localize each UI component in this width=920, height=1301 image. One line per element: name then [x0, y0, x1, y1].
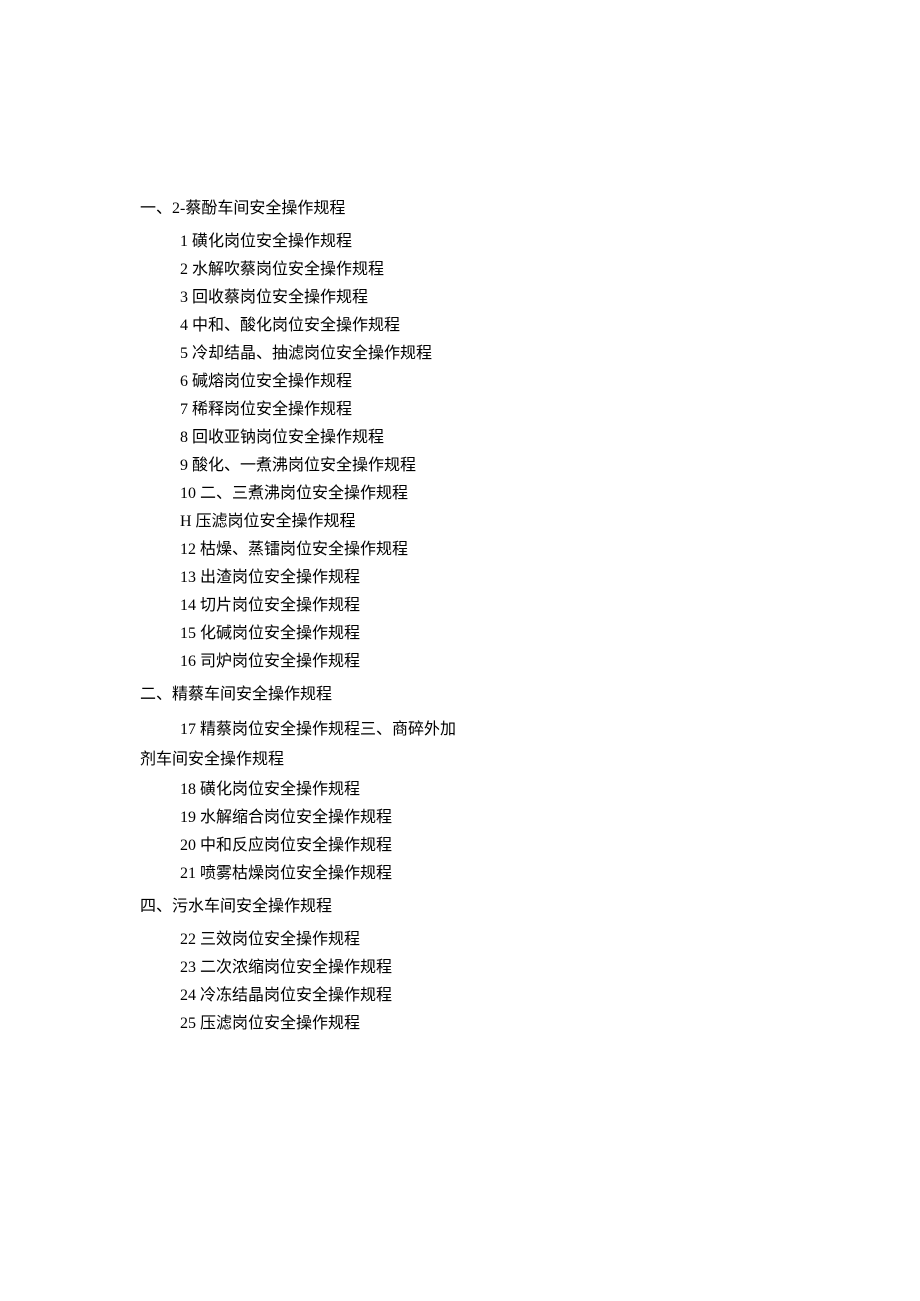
list-item: 21 喷雾枯燥岗位安全操作规程 [140, 860, 780, 888]
list-item: 13 出渣岗位安全操作规程 [140, 564, 780, 592]
list-item: 3 回收蔡岗位安全操作规程 [140, 284, 780, 312]
list-item: H 压滤岗位安全操作规程 [140, 508, 780, 536]
wrapped-text: 17 精蔡岗位安全操作规程三、商碎外加剂车间安全操作规程 [140, 715, 460, 776]
list-item: 7 稀释岗位安全操作规程 [140, 396, 780, 424]
list-item: 1 磺化岗位安全操作规程 [140, 228, 780, 256]
section-4-heading: 四、污水车间安全操作规程 [140, 888, 780, 926]
list-item: 16 司炉岗位安全操作规程 [140, 648, 780, 676]
list-item: 6 碱熔岗位安全操作规程 [140, 368, 780, 396]
list-item: 23 二次浓缩岗位安全操作规程 [140, 954, 780, 982]
list-item: 12 枯燥、蒸镭岗位安全操作规程 [140, 536, 780, 564]
list-item: 8 回收亚钠岗位安全操作规程 [140, 424, 780, 452]
list-item: 15 化碱岗位安全操作规程 [140, 620, 780, 648]
list-item: 20 中和反应岗位安全操作规程 [140, 832, 780, 860]
document-page: 一、2-蔡酚车间安全操作规程 1 磺化岗位安全操作规程 2 水解吹蔡岗位安全操作… [0, 0, 920, 1301]
list-item: 2 水解吹蔡岗位安全操作规程 [140, 256, 780, 284]
list-item: 22 三效岗位安全操作规程 [140, 926, 780, 954]
list-item: 10 二、三煮沸岗位安全操作规程 [140, 480, 780, 508]
list-item: 4 中和、酸化岗位安全操作规程 [140, 312, 780, 340]
list-item: 9 酸化、一煮沸岗位安全操作规程 [140, 452, 780, 480]
list-item: 18 磺化岗位安全操作规程 [140, 776, 780, 804]
wrapped-paragraph: 17 精蔡岗位安全操作规程三、商碎外加剂车间安全操作规程 [140, 715, 460, 776]
list-item: 19 水解缩合岗位安全操作规程 [140, 804, 780, 832]
list-item: 14 切片岗位安全操作规程 [140, 592, 780, 620]
section-2-heading: 二、精蔡车间安全操作规程 [140, 676, 780, 714]
list-item: 5 冷却结晶、抽滤岗位安全操作规程 [140, 340, 780, 368]
list-item: 25 压滤岗位安全操作规程 [140, 1010, 780, 1038]
section-1-heading: 一、2-蔡酚车间安全操作规程 [140, 190, 780, 228]
list-item: 24 冷冻结晶岗位安全操作规程 [140, 982, 780, 1010]
